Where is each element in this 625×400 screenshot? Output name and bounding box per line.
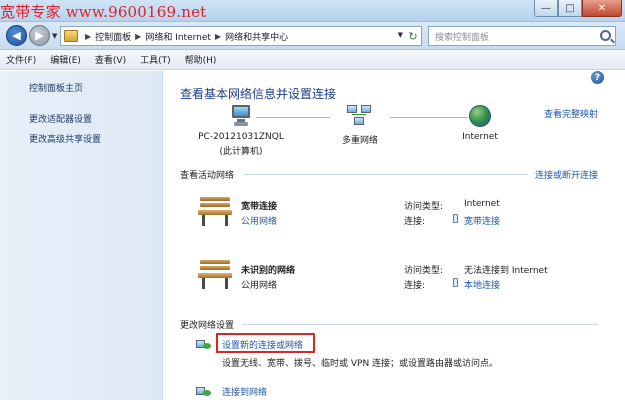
connect-to-network-link[interactable]: 连接到网络 — [222, 385, 267, 398]
access-type-label: 访问类型: — [404, 202, 444, 212]
sidebar: 控制面板主页 更改适配器设置 更改高级共享设置 — [0, 71, 163, 400]
sidebar-item-change-advanced-sharing[interactable]: 更改高级共享设置 — [29, 132, 162, 145]
breadcrumb-network-sharing-center[interactable]: 网络和共享中心 — [225, 30, 288, 43]
map-node-internet[interactable]: Internet — [450, 105, 510, 142]
connect-to-network-icon — [196, 384, 212, 398]
menu-file[interactable]: 文件(F) — [6, 53, 36, 66]
access-type-value: 无法连接到 Internet — [464, 266, 548, 276]
access-type-value: Internet — [464, 199, 500, 209]
navigation-bar: ◀ ▶ ▼ ▶ 控制面板 ▶ 网络和 Internet ▶ 网络和共享中心 ▼ … — [0, 22, 625, 50]
chevron-right-icon[interactable]: ▶ — [135, 32, 141, 41]
connection-link[interactable]: 宽带连接 — [464, 214, 500, 227]
new-connection-icon — [196, 337, 212, 351]
computer-name-label: PC-20121031ZNQL — [198, 132, 284, 142]
computer-icon — [230, 105, 252, 127]
menu-tools[interactable]: 工具(T) — [140, 53, 171, 66]
menu-view[interactable]: 查看(V) — [95, 53, 126, 66]
address-bar[interactable]: ▶ 控制面板 ▶ 网络和 Internet ▶ 网络和共享中心 ▼ — [60, 26, 422, 46]
network-name: 未识别的网络 — [241, 266, 296, 276]
close-button[interactable]: ✕ — [582, 0, 622, 17]
main-content: ? 查看基本网络信息并设置连接 查看完整映射 PC-20121031ZNQL (… — [164, 71, 625, 400]
internet-label: Internet — [462, 132, 498, 142]
title-bar: 宽带专家 www.9600169.net — □ ✕ — [0, 0, 625, 22]
search-input[interactable]: 搜索控制面板 — [428, 26, 616, 46]
refresh-icon[interactable]: ↻ — [404, 26, 422, 46]
connection-plug-icon — [453, 278, 458, 287]
map-node-multiple-networks[interactable]: 多重网络 — [330, 105, 390, 146]
minimize-button[interactable]: — — [534, 0, 558, 17]
menu-help[interactable]: 帮助(H) — [185, 53, 217, 66]
connection-label: 连接: — [404, 217, 426, 227]
network-name: 宽带连接 — [241, 202, 278, 212]
recent-pages-dropdown-icon[interactable]: ▼ — [52, 32, 57, 40]
computer-sublabel: (此计算机) — [219, 147, 263, 157]
connection-plug-icon — [453, 214, 458, 223]
map-node-computer[interactable]: PC-20121031ZNQL (此计算机) — [196, 105, 286, 157]
back-arrow-icon[interactable]: ◀ — [6, 25, 27, 46]
connect-or-disconnect-link[interactable]: 连接或断开连接 — [535, 168, 598, 181]
search-placeholder: 搜索控制面板 — [435, 32, 490, 43]
globe-icon — [469, 105, 491, 127]
access-type-label: 访问类型: — [404, 266, 444, 276]
network-type-link[interactable]: 公用网络 — [241, 214, 277, 227]
chevron-right-icon[interactable]: ▶ — [215, 32, 221, 41]
menu-bar: 文件(F) 编辑(E) 查看(V) 工具(T) 帮助(H) — [0, 50, 625, 70]
change-settings-heading: 更改网络设置 — [180, 321, 235, 331]
see-full-map-link[interactable]: 查看完整映射 — [544, 107, 598, 120]
search-icon[interactable] — [600, 30, 611, 41]
address-dropdown-icon[interactable]: ▼ — [398, 31, 403, 39]
connection-label: 连接: — [404, 281, 426, 291]
menu-edit[interactable]: 编辑(E) — [50, 53, 81, 66]
active-networks-heading: 查看活动网络 — [180, 171, 235, 181]
control-panel-icon — [64, 30, 78, 42]
watermark-text: 宽带专家 www.9600169.net — [0, 3, 207, 21]
section-divider — [244, 174, 528, 175]
section-divider — [242, 324, 598, 325]
maximize-button[interactable]: □ — [558, 0, 582, 17]
connection-link[interactable]: 本地连接 — [464, 278, 500, 291]
public-network-bench-icon — [198, 258, 232, 290]
window-controls: — □ ✕ — [534, 0, 622, 17]
multiple-networks-icon — [347, 105, 373, 129]
breadcrumb-network-internet[interactable]: 网络和 Internet — [145, 30, 211, 43]
network-type-label: 公用网络 — [241, 281, 278, 291]
chevron-right-icon[interactable]: ▶ — [85, 32, 91, 41]
setup-new-connection-link[interactable]: 设置新的连接或网络 — [222, 338, 303, 351]
forward-arrow-icon[interactable]: ▶ — [29, 25, 50, 46]
sidebar-item-change-adapter-settings[interactable]: 更改适配器设置 — [29, 112, 162, 125]
breadcrumb-control-panel[interactable]: 控制面板 — [95, 30, 131, 43]
sidebar-item-control-panel-home[interactable]: 控制面板主页 — [29, 81, 162, 94]
multiple-networks-label: 多重网络 — [341, 136, 378, 146]
setup-new-connection-description: 设置无线、宽带、拨号、临时或 VPN 连接；或设置路由器或访问点。 — [222, 359, 499, 369]
help-icon[interactable]: ? — [591, 71, 604, 84]
public-network-bench-icon — [198, 195, 232, 227]
page-title: 查看基本网络信息并设置连接 — [180, 87, 337, 101]
